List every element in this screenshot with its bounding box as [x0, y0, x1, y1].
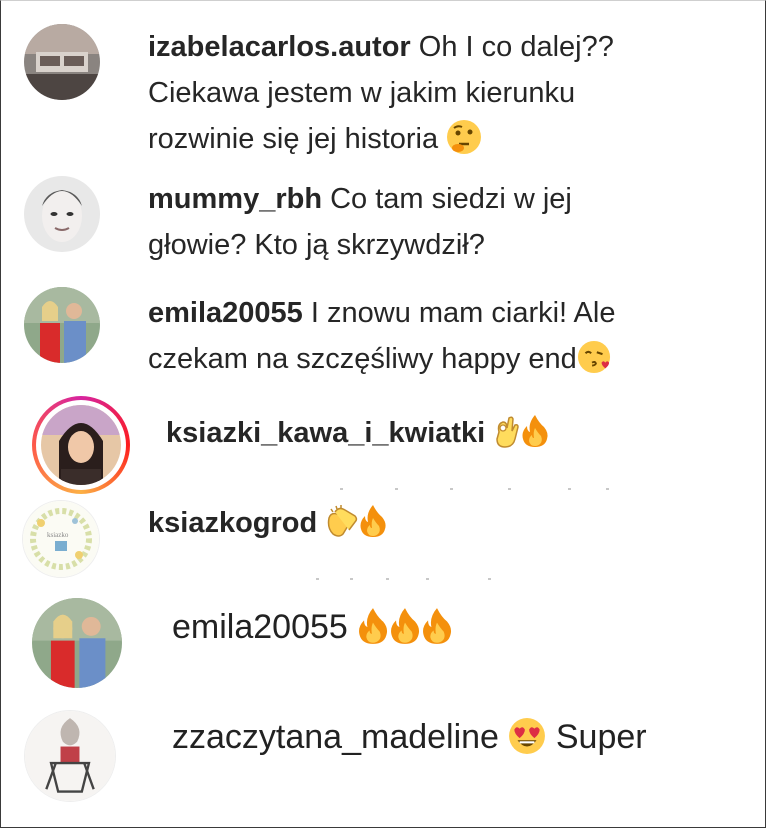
comment-text: emila20055 I znowu mam ciarki! Ale czeka…	[148, 290, 748, 382]
fire-icon	[521, 414, 549, 448]
avatar[interactable]	[24, 287, 100, 363]
thinking-face-icon	[446, 119, 482, 155]
divider	[340, 488, 610, 490]
avatar[interactable]	[24, 710, 116, 802]
comment-text: mummy_rbh Co tam siedzi w jej głowie? Kt…	[148, 176, 748, 268]
avatar[interactable]	[32, 598, 122, 688]
comment-text: ksiazkogrod	[148, 500, 728, 546]
comment-username[interactable]: izabelacarlos.autor	[148, 31, 411, 63]
comment-username[interactable]: ksiazki_kawa_i_kwiatki	[166, 417, 485, 449]
comment-text: ksiazki_kawa_i_kwiatki	[166, 410, 746, 456]
avatar[interactable]	[41, 405, 121, 485]
ok-hand-icon	[493, 414, 521, 449]
svg-text:ksiazko: ksiazko	[47, 531, 69, 539]
comment-text: zzaczytana_madeline Super	[172, 712, 732, 762]
heart-eyes-face-icon	[508, 717, 546, 755]
comment-username[interactable]: emila20055	[172, 608, 348, 646]
comment-body: I znowu mam ciarki! Ale	[310, 297, 616, 329]
comment-body: Co tam siedzi w jej	[330, 183, 572, 215]
divider	[316, 578, 492, 580]
comment-body: Ciekawa jestem w jakim kierunku	[148, 77, 576, 109]
avatar[interactable]: ksiazko	[22, 500, 100, 578]
avatar[interactable]	[24, 176, 100, 252]
comment-username[interactable]: ksiazkogrod	[148, 507, 317, 539]
comment-body: Oh I co dalej??	[418, 31, 614, 63]
comment-username[interactable]: emila20055	[148, 297, 303, 329]
comment-body: Super	[555, 718, 647, 756]
face-blowing-kiss-icon	[577, 340, 611, 374]
avatar[interactable]	[24, 24, 100, 100]
comment-text: emila20055	[172, 602, 732, 652]
fire-icon	[357, 607, 389, 645]
comment-text: izabelacarlos.autor Oh I co dalej?? Ciek…	[148, 24, 748, 162]
comment-username[interactable]: zzaczytana_madeline	[172, 718, 499, 756]
fire-icon	[359, 504, 387, 538]
comment-body: rozwinie się jej historia	[148, 123, 439, 155]
fire-icon	[421, 607, 453, 645]
comment-body: czekam na szczęśliwy happy end	[148, 343, 577, 375]
clapping-hands-icon	[325, 504, 359, 538]
comment-body: głowie? Kto ją skrzywdził?	[148, 229, 485, 261]
comment-username[interactable]: mummy_rbh	[148, 183, 322, 215]
fire-icon	[389, 607, 421, 645]
